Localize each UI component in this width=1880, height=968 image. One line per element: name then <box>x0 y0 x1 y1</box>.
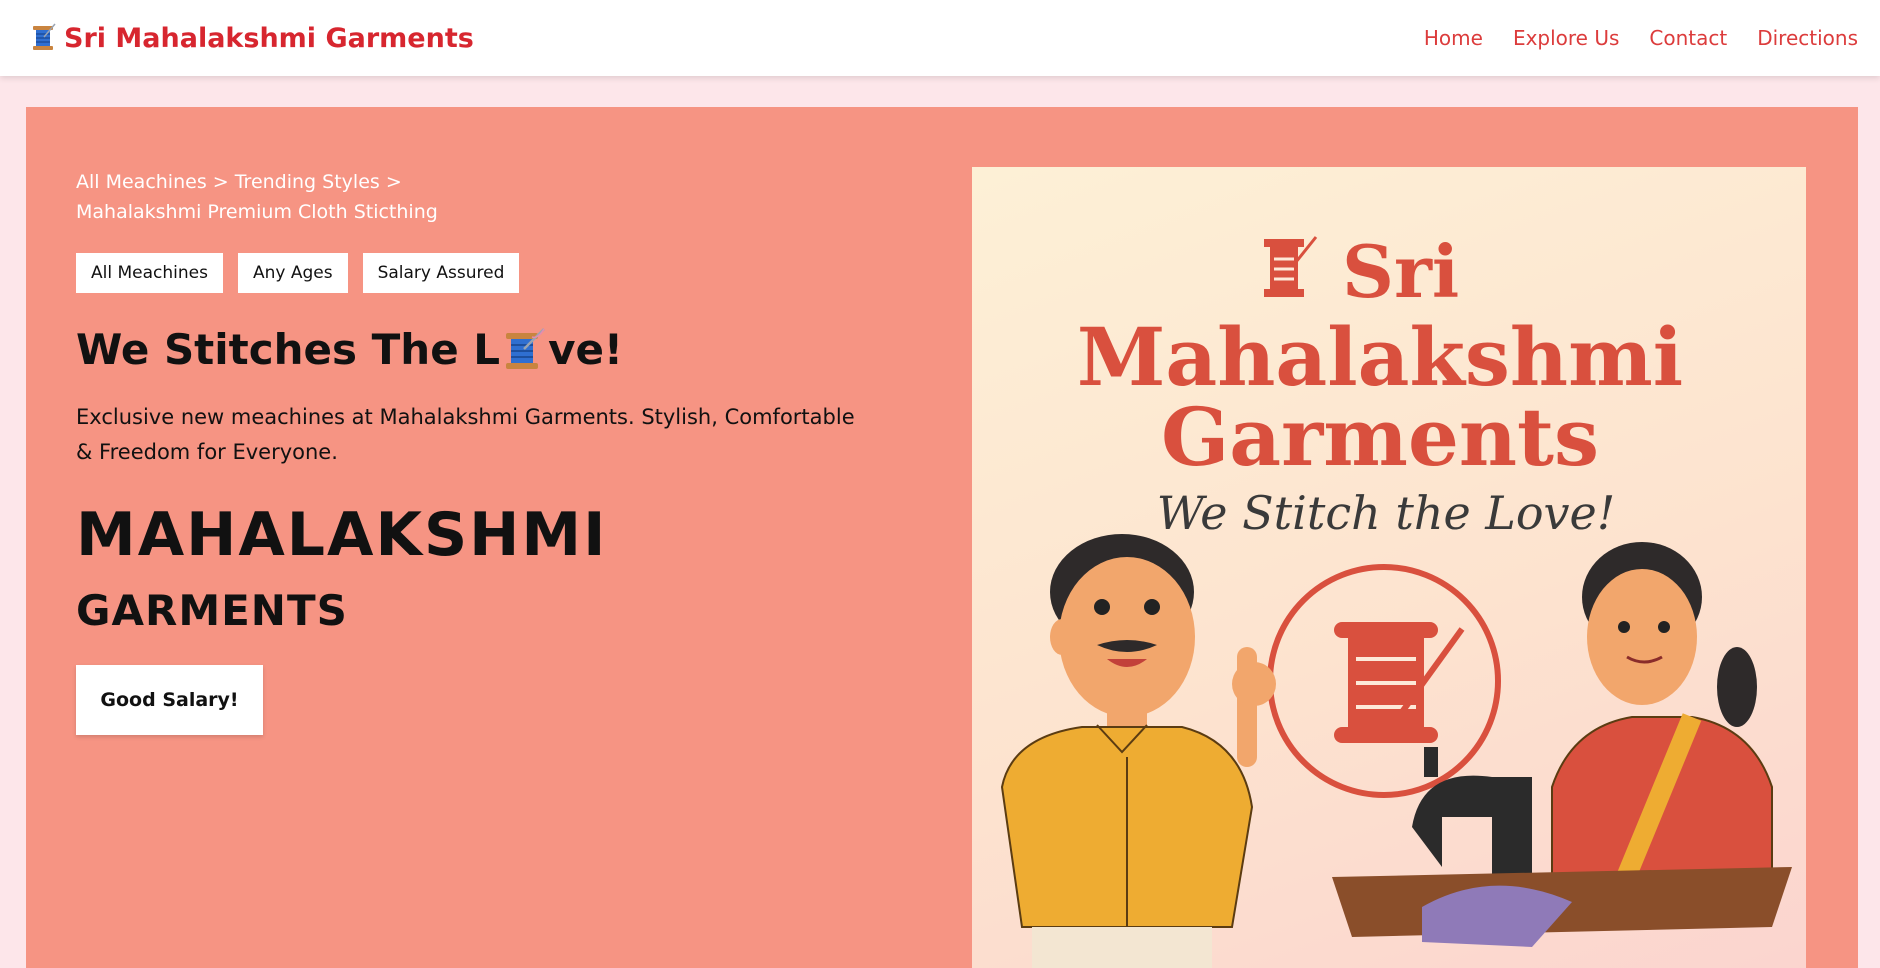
breadcrumb-separator: > <box>385 171 402 193</box>
thread-spool-icon <box>30 23 56 53</box>
breadcrumb-separator: > <box>212 171 229 193</box>
poster-title-garments: Garments <box>1161 390 1599 484</box>
hero-section: All Meachines > Trending Styles > Mahala… <box>26 107 1858 968</box>
spool-logo-icon <box>1264 236 1318 297</box>
big-title-mahalakshmi: MAHALAKSHMI <box>76 500 608 570</box>
brand-name[interactable]: Sri Mahalakshmi Garments <box>64 23 474 54</box>
headline-start: We Stitches The L <box>76 325 501 374</box>
breadcrumb-item-trending-styles[interactable]: Trending Styles <box>235 171 380 193</box>
tag-salary-assured[interactable]: Salary Assured <box>362 253 520 293</box>
poster-title-sri: Sri <box>1342 229 1459 314</box>
tag-any-ages[interactable]: Any Ages <box>237 253 348 293</box>
poster-tagline: We Stitch the Love! <box>1157 486 1615 540</box>
good-salary-button[interactable]: Good Salary! <box>76 665 263 735</box>
man-illustration <box>1000 534 1276 968</box>
nav-link-contact[interactable]: Contact <box>1649 26 1727 50</box>
breadcrumb: All Meachines > Trending Styles > Mahala… <box>76 167 876 227</box>
nav-link-home[interactable]: Home <box>1424 26 1483 50</box>
headline-end: ve! <box>548 325 624 374</box>
hero-description: Exclusive new meachines at Mahalakshmi G… <box>76 405 855 464</box>
tag-list: All Meachines Any Ages Salary Assured <box>76 253 876 293</box>
circle-spool-emblem <box>1267 564 1501 798</box>
hero-poster-image: Sri Mahalakshmi Garments We Stitch the L… <box>972 167 1806 968</box>
tag-all-machines[interactable]: All Meachines <box>76 253 223 293</box>
nav-link-explore-us[interactable]: Explore Us <box>1513 26 1619 50</box>
nav-link-directions[interactable]: Directions <box>1757 26 1858 50</box>
nav-links: Home Explore Us Contact Directions <box>1424 26 1858 50</box>
big-title-garments: GARMENTS <box>76 586 348 635</box>
hero-content: All Meachines > Trending Styles > Mahala… <box>76 167 876 735</box>
breadcrumb-item-current: Mahalakshmi Premium Cloth Sticthing <box>76 201 438 223</box>
top-navbar: Sri Mahalakshmi Garments Home Explore Us… <box>0 0 1880 76</box>
breadcrumb-item-all-machines[interactable]: All Meachines <box>76 171 207 193</box>
hero-headline: We Stitches The L ve! <box>76 325 876 374</box>
woman-illustration <box>1551 542 1773 891</box>
spool-needle-icon <box>502 327 546 373</box>
brand-logo-link[interactable]: Sri Mahalakshmi Garments <box>30 23 474 54</box>
